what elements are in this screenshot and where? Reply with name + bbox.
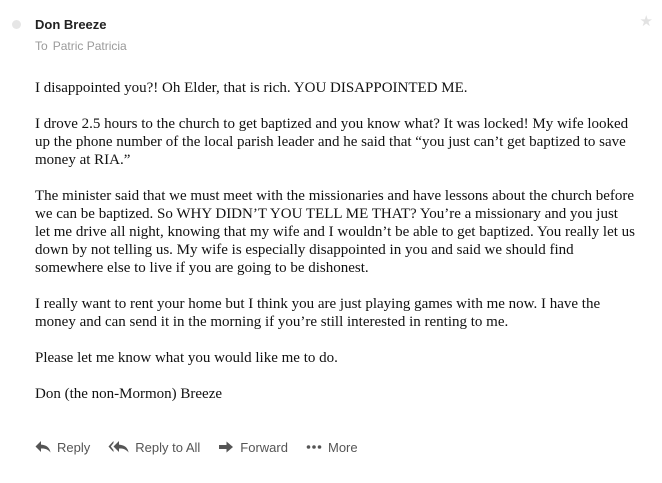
sender-name: Don Breeze <box>35 17 107 32</box>
message-header: Don Breeze To Patric Patricia ★ <box>0 0 662 60</box>
star-icon[interactable]: ★ <box>640 14 653 29</box>
recipient-name[interactable]: Patric Patricia <box>53 39 127 53</box>
signature: Don (the non-Mormon) Breeze <box>35 386 223 402</box>
body-paragraph: The minister said that we must meet with… <box>35 188 636 276</box>
reply-arrow-icon <box>35 441 51 453</box>
forward-button[interactable]: Forward <box>218 440 288 455</box>
body-paragraph: I disappointed you?! Oh Elder, that is r… <box>35 80 468 96</box>
message-actions: Reply Reply to All Forward More <box>35 438 376 456</box>
reply-label: Reply <box>57 439 91 455</box>
more-button[interactable]: More <box>306 440 358 455</box>
more-label: More <box>327 439 358 455</box>
recipient-line: To Patric Patricia <box>35 39 127 53</box>
reply-all-button[interactable]: Reply to All <box>108 440 200 455</box>
message-body: I disappointed you?! Oh Elder, that is r… <box>35 79 635 421</box>
ellipsis-icon <box>306 445 322 449</box>
reply-all-label: Reply to All <box>135 439 201 455</box>
body-paragraph: I drove 2.5 hours to the church to get b… <box>35 116 629 168</box>
forward-label: Forward <box>240 439 288 455</box>
forward-arrow-icon <box>219 441 234 453</box>
unread-dot-icon[interactable] <box>12 20 21 29</box>
reply-all-arrow-icon <box>108 441 129 453</box>
reply-button[interactable]: Reply <box>35 440 90 455</box>
to-label: To <box>35 39 48 53</box>
body-paragraph: I really want to rent your home but I th… <box>35 296 601 330</box>
body-paragraph: Please let me know what you would like m… <box>35 350 338 366</box>
